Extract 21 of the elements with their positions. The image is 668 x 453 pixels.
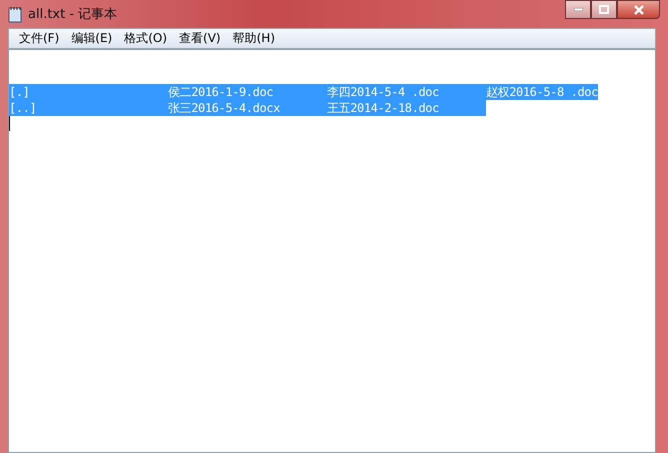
- minimize-icon: [574, 8, 582, 11]
- menu-item[interactable]: 文件(F): [13, 30, 66, 47]
- text-cursor: [9, 116, 10, 131]
- notepad-icon: [8, 6, 22, 22]
- menu-item[interactable]: 查看(V): [173, 30, 227, 47]
- window-title: all.txt - 记事本: [28, 6, 118, 23]
- minimize-button[interactable]: [565, 0, 591, 19]
- file-name-text: 李四2014-5-4 .doc: [327, 84, 440, 100]
- menu-item[interactable]: 帮助(H): [226, 30, 281, 47]
- file-name-text: [..]: [9, 100, 38, 116]
- menu-item[interactable]: 编辑(E): [65, 30, 118, 47]
- file-name-text: 张三2016-5-4.docx: [168, 100, 281, 116]
- menu-item[interactable]: 格式(O): [118, 30, 174, 47]
- close-button[interactable]: [617, 0, 660, 19]
- file-name-text: [.]: [9, 84, 30, 100]
- file-name-text: 侯二2016-1-9.doc: [168, 84, 274, 100]
- file-name-text: 赵权2016-5-8 .doc: [486, 84, 598, 100]
- maximize-button[interactable]: [591, 0, 617, 19]
- maximize-icon: [599, 5, 609, 14]
- close-icon: [634, 4, 644, 14]
- file-name-text: 王五2014-2-18.doc: [327, 100, 440, 116]
